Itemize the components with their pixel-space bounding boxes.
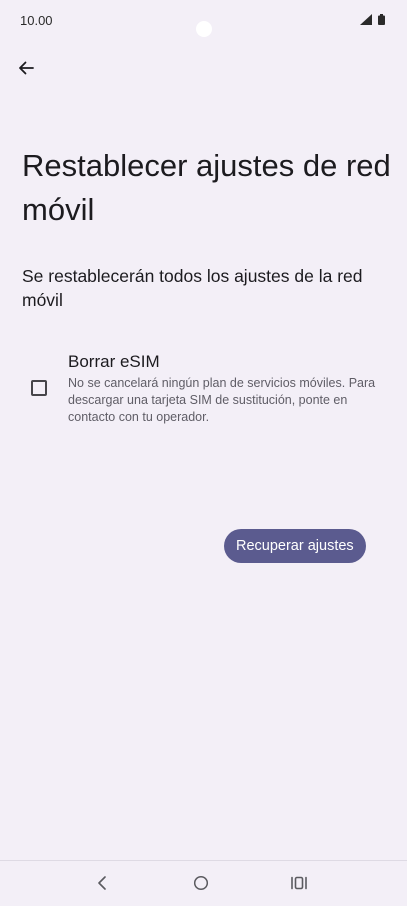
back-icon bbox=[98, 876, 106, 890]
recents-icon bbox=[291, 876, 307, 890]
erase-esim-checkbox[interactable] bbox=[31, 380, 47, 396]
battery-icon bbox=[378, 14, 385, 25]
reset-settings-button[interactable]: Recuperar ajustes bbox=[224, 529, 366, 563]
page-title: Restablecer ajustes de red móvil bbox=[22, 148, 391, 227]
status-time: 10.00 bbox=[20, 13, 53, 28]
erase-esim-text: Borrar eSIM No se cancelará ningún plan … bbox=[68, 350, 392, 426]
nav-back-button[interactable] bbox=[88, 871, 116, 895]
settings-screen: 10.00 Restablecer ajustes de red móvil S… bbox=[0, 0, 407, 906]
arrow-left-icon bbox=[19, 61, 34, 75]
front-camera bbox=[196, 21, 212, 37]
status-bar: 10.00 bbox=[0, 0, 407, 40]
nav-recents-button[interactable] bbox=[285, 871, 313, 895]
erase-esim-summary: No se cancelará ningún plan de servicios… bbox=[68, 376, 376, 424]
erase-esim-checkbox-container[interactable] bbox=[22, 360, 68, 416]
status-icons bbox=[360, 14, 385, 25]
back-button[interactable] bbox=[12, 54, 40, 82]
nav-home-button[interactable] bbox=[187, 871, 215, 895]
home-icon bbox=[193, 875, 209, 891]
erase-esim-option[interactable]: Borrar eSIM No se cancelará ningún plan … bbox=[22, 350, 392, 426]
erase-esim-title: Borrar eSIM bbox=[68, 352, 160, 371]
signal-icon bbox=[360, 14, 372, 25]
navigation-bar bbox=[0, 860, 407, 906]
page-description: Se restablecerán todos los ajustes de la… bbox=[22, 266, 363, 310]
